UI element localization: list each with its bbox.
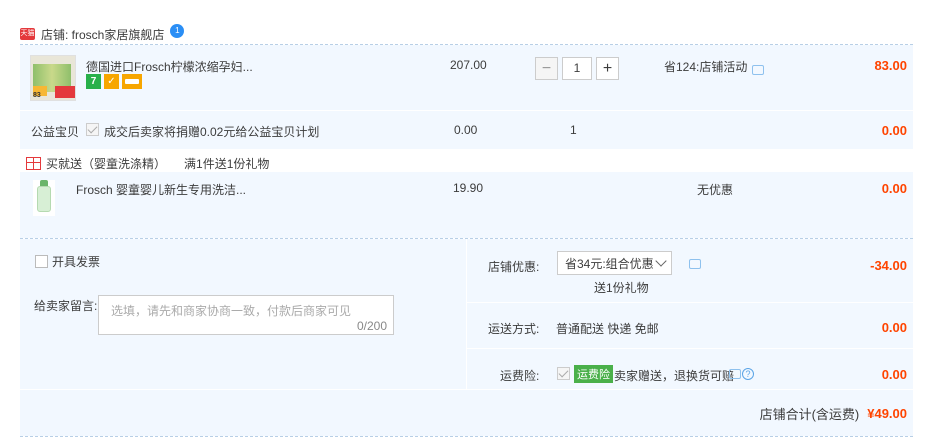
chevron-down-icon (655, 255, 667, 267)
gift-icon (26, 157, 41, 170)
memo-counter: 0/200 (356, 319, 387, 333)
invoice-option[interactable]: 开具发票 (35, 253, 100, 270)
quantity-stepper: − 1 + (535, 57, 619, 80)
gift-promo-rule: 满1件送1份礼物 (184, 157, 270, 171)
shop-discount-amount: -34.00 (870, 258, 907, 273)
help-icon[interactable]: ? (742, 368, 754, 380)
memo-placeholder: 选填，请先和商家协商一致，付款后商家可见 (111, 304, 352, 318)
charity-price: 0.00 (454, 123, 478, 137)
divider (20, 436, 913, 437)
shop-total: 店铺合计(含运费) ¥49.00 (680, 404, 907, 423)
gift-subtotal: 0.00 (881, 181, 907, 196)
guarantee-icon[interactable]: ✓ (104, 74, 119, 89)
item-discount: 省124:店铺活动 (664, 58, 765, 75)
shipping-label: 运送方式: (488, 322, 540, 336)
invoice-label: 开具发票 (52, 255, 101, 269)
shop-total-amount: ¥49.00 (867, 406, 907, 421)
shop-total-label: 店铺合计(含运费) (759, 407, 860, 422)
order-item-1: 83 德国进口Frosch柠檬浓缩孕妇... 7 ✓ 207.00 − 1 + … (20, 45, 913, 110)
divider (466, 302, 913, 303)
shipping-method: 普通配送 快递 免邮 (556, 322, 659, 336)
gift-unit-price: 19.90 (453, 181, 484, 195)
invoice-checkbox[interactable] (35, 255, 48, 268)
charity-text: 成交后卖家将捐赠0.02元给公益宝贝计划 (104, 125, 320, 139)
gift-product-image[interactable] (33, 180, 55, 216)
insurance-badge: 运费险 (574, 365, 613, 383)
wangwang-chat-icon[interactable]: 1 (170, 24, 185, 38)
qty-plus-button[interactable]: + (596, 57, 619, 80)
charity-label: 公益宝贝 (31, 125, 80, 139)
insurance-amount: 0.00 (881, 367, 907, 382)
product-image[interactable]: 83 (30, 55, 76, 101)
seven-day-return-icon[interactable]: 7 (86, 74, 101, 89)
shop-name-link[interactable]: 店铺: frosch家居旗舰店 (41, 26, 164, 43)
shop-discount-gift: 送1份礼物 (594, 281, 649, 295)
divider (466, 348, 913, 349)
charity-subtotal: 0.00 (881, 123, 907, 138)
shop-header: 天猫 店铺: frosch家居旗舰店 1 (20, 24, 185, 44)
seller-message-input[interactable]: 选填，请先和商家协商一致，付款后商家可见 0/200 (98, 295, 394, 335)
memo-label: 给卖家留言: (34, 299, 98, 313)
discount-text: 省124:店铺活动 (664, 60, 748, 74)
shop-discount-selected: 省34元:组合优惠 (565, 256, 654, 271)
item-title[interactable]: 德国进口Frosch柠檬浓缩孕妇... (86, 58, 256, 75)
shop-discount-label: 店铺优惠: (488, 260, 540, 274)
charity-qty: 1 (570, 123, 577, 137)
tmall-icon: 天猫 (20, 28, 35, 40)
shop-discount-select[interactable]: 省34元:组合优惠 (557, 251, 672, 275)
insurance-checkbox (557, 367, 570, 380)
order-item-2: Frosch 婴童婴儿新生专用洗洁... 19.90 无优惠 0.00 (20, 172, 913, 238)
divider (20, 389, 913, 390)
qty-minus-button[interactable]: − (535, 57, 558, 80)
gift-discount: 无优惠 (697, 183, 734, 197)
gift-item-title[interactable]: Frosch 婴童婴儿新生专用洗洁... (76, 181, 246, 198)
product-image-badge: 83 (33, 92, 41, 99)
insurance-text: 卖家赠送，退换货可赔 (614, 369, 735, 383)
credit-card-icon[interactable] (122, 74, 142, 89)
gift-promo-title: 买就送（婴童洗涤精） (46, 157, 167, 171)
qty-input[interactable]: 1 (562, 57, 592, 80)
shipping-amount: 0.00 (881, 320, 907, 335)
service-badges: 7 ✓ (86, 74, 145, 89)
insurance-chat-icon[interactable] (729, 369, 741, 379)
unit-price: 207.00 (450, 58, 487, 72)
charity-row: 公益宝贝 成交后卖家将捐赠0.02元给公益宝贝计划 0.00 1 0.00 (20, 111, 913, 149)
gift-promo-header: 买就送（婴童洗涤精） 满1件送1份礼物 (26, 155, 269, 172)
charity-checkbox[interactable] (86, 123, 99, 136)
item-subtotal: 83.00 (874, 58, 907, 73)
discount-info-icon[interactable] (689, 259, 701, 269)
insurance-label: 运费险: (500, 369, 540, 383)
discount-info-icon[interactable] (752, 64, 765, 75)
